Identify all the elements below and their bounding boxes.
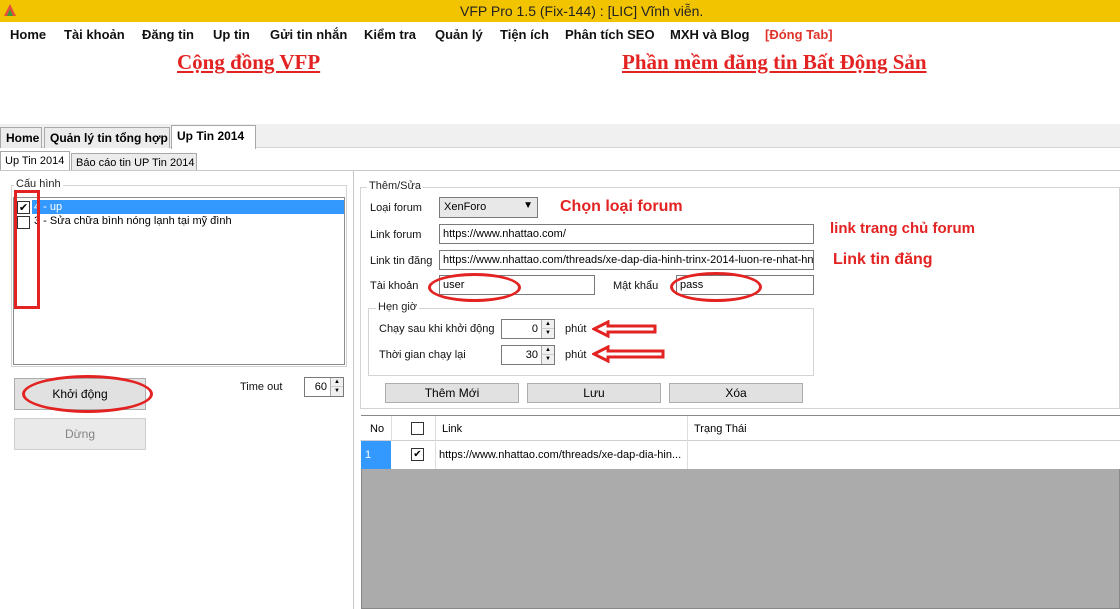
- timeout-spinner[interactable]: 60 ▲ ▼: [304, 377, 344, 397]
- spin-up-icon[interactable]: ▲: [541, 320, 554, 329]
- edit-group-label: Thêm/Sửa: [367, 180, 423, 192]
- spin-up-icon[interactable]: ▲: [330, 378, 343, 387]
- forum-type-label: Loại forum: [370, 202, 422, 214]
- title-bar: VFP Pro 1.5 (Fix-144) : [LIC] Vĩnh viễn.: [0, 0, 1120, 22]
- interval-spinner[interactable]: 30 ▲ ▼: [501, 345, 555, 365]
- menu-bar: Home Tài khoản Đăng tin Up tin Gửi tin n…: [0, 22, 1120, 46]
- forum-type-select[interactable]: XenForo ▼: [439, 197, 538, 218]
- subtab-divider: [0, 170, 1120, 171]
- grid-col-status[interactable]: Trạng Thái: [694, 423, 747, 435]
- grid-col-divider: [687, 441, 688, 469]
- tab-home[interactable]: Home: [0, 127, 42, 148]
- delay-unit: phút: [565, 323, 587, 335]
- menu-home[interactable]: Home: [10, 27, 46, 42]
- subtab-report[interactable]: Báo cáo tin UP Tin 2014: [71, 153, 197, 170]
- grid-cell-no[interactable]: 1: [365, 449, 371, 461]
- grid-cell-link[interactable]: https://www.nhattao.com/threads/xe-dap-d…: [439, 449, 681, 461]
- annotation-post-link: Link tin đăng: [833, 251, 933, 268]
- schedule-label: Hẹn giờ: [376, 301, 420, 313]
- grid-col-divider: [687, 416, 688, 441]
- menu-post[interactable]: Đăng tin: [142, 27, 194, 42]
- subtab-up-tin[interactable]: Up Tin 2014: [0, 151, 70, 170]
- forum-type-value: XenForo: [444, 201, 487, 213]
- grid-row-checkbox[interactable]: ✔: [411, 448, 424, 461]
- annotation-ellipse-start: [22, 375, 153, 413]
- grid-col-divider: [435, 416, 436, 441]
- annotation-box-checkboxes: [14, 190, 40, 309]
- config-label: Cấu hình: [14, 178, 63, 190]
- list-selection-highlight: [32, 200, 344, 214]
- config-item-label[interactable]: 3 - Sửa chữa bình nóng lạnh tại mỹ đình: [34, 215, 232, 227]
- spin-up-icon[interactable]: ▲: [541, 346, 554, 355]
- menu-send-message[interactable]: Gửi tin nhắn: [270, 27, 347, 42]
- spin-down-icon[interactable]: ▼: [541, 355, 554, 364]
- delay-spinner[interactable]: 0 ▲ ▼: [501, 319, 555, 339]
- grid-col-divider: [391, 416, 392, 441]
- grid-col-no[interactable]: No: [370, 423, 384, 435]
- interval-unit: phút: [565, 349, 587, 361]
- annotation-ellipse-password: [670, 272, 762, 302]
- grid-col-divider: [435, 441, 436, 469]
- interval-label: Thời gian chạy lại: [379, 349, 466, 361]
- interval-value: 30: [525, 349, 538, 361]
- menu-social-blog[interactable]: MXH và Blog: [670, 27, 749, 42]
- table-row[interactable]: 1 ✔ https://www.nhattao.com/threads/xe-d…: [361, 441, 1120, 469]
- menu-utilities[interactable]: Tiện ích: [500, 27, 549, 42]
- schedule-group: [368, 308, 814, 376]
- delay-label: Chạy sau khi khởi động: [379, 323, 495, 335]
- spin-down-icon[interactable]: ▼: [330, 387, 343, 396]
- delay-value: 0: [531, 323, 538, 335]
- forum-link-input[interactable]: https://www.nhattao.com/: [439, 224, 814, 244]
- menu-manage[interactable]: Quản lý: [435, 27, 483, 42]
- post-link-input[interactable]: https://www.nhattao.com/threads/xe-dap-d…: [439, 250, 814, 270]
- menu-up-tin[interactable]: Up tin: [213, 27, 250, 42]
- password-label: Mật khẩu: [613, 280, 659, 292]
- timeout-label: Time out: [240, 381, 283, 393]
- menu-check[interactable]: Kiểm tra: [364, 27, 416, 42]
- delete-button[interactable]: Xóa: [669, 383, 803, 403]
- software-link[interactable]: Phần mềm đăng tin Bất Động Sản: [622, 50, 927, 75]
- timeout-value: 60: [314, 381, 327, 393]
- tab-manage-posts[interactable]: Quản lý tin tổng hợp: [44, 127, 170, 148]
- save-button[interactable]: Lưu: [527, 383, 661, 403]
- menu-close-tab[interactable]: [Đóng Tab]: [765, 27, 833, 42]
- grid-col-link[interactable]: Link: [442, 423, 462, 435]
- chevron-down-icon: ▼: [523, 200, 533, 211]
- tab-up-tin-2014[interactable]: Up Tin 2014: [171, 125, 256, 149]
- grid-select-all-checkbox[interactable]: [411, 422, 424, 435]
- post-link-label: Link tin đăng: [370, 255, 433, 267]
- config-list[interactable]: ✔ 4 - up 3 - Sửa chữa bình nóng lạnh tại…: [13, 197, 345, 365]
- menu-seo-analysis[interactable]: Phân tích SEO: [565, 27, 655, 42]
- annotation-arrow-icon: [592, 345, 665, 363]
- annotation-arrow-icon: [592, 320, 657, 338]
- window-title: VFP Pro 1.5 (Fix-144) : [LIC] Vĩnh viễn.: [460, 3, 704, 19]
- stop-button[interactable]: Dừng: [14, 418, 146, 450]
- spin-down-icon[interactable]: ▼: [541, 329, 554, 338]
- grid-header: No Link Trạng Thái: [361, 416, 1120, 441]
- menu-account[interactable]: Tài khoản: [64, 27, 125, 42]
- community-link[interactable]: Cộng đồng VFP: [177, 50, 320, 75]
- account-label: Tài khoản: [370, 280, 419, 292]
- annotation-ellipse-account: [428, 273, 521, 302]
- panel-splitter[interactable]: [353, 171, 354, 609]
- annotation-forum-type: Chọn loại forum: [560, 198, 683, 215]
- forum-link-label: Link forum: [370, 229, 422, 241]
- add-button[interactable]: Thêm Mới: [385, 383, 519, 403]
- annotation-forum-home: link trang chủ forum: [830, 220, 976, 237]
